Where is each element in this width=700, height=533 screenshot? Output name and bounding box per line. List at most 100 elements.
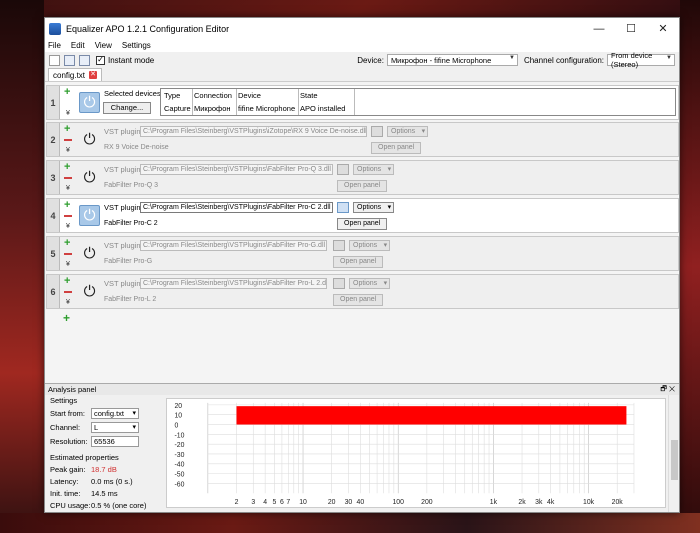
tab-label: config.txt xyxy=(53,70,86,80)
table-cell-device: fifine Microphone xyxy=(238,104,296,113)
add-filter-icon[interactable]: + xyxy=(64,124,70,135)
open-file-icon[interactable] xyxy=(64,54,75,66)
minimize-button[interactable]: — xyxy=(583,18,615,39)
analysis-panel-title: Analysis panel xyxy=(48,385,97,394)
browse-folder-icon[interactable] xyxy=(337,164,349,175)
y-tick-label: -30 xyxy=(174,452,184,459)
maximize-button[interactable]: ☐ xyxy=(615,18,647,39)
y-tick-label: -60 xyxy=(174,481,184,488)
channel-config-select[interactable]: From device (Stereo) ▼ xyxy=(607,51,675,69)
chevron-down-icon[interactable]: ¥ xyxy=(66,261,70,268)
table-divider xyxy=(354,89,355,115)
analysis-panel-header: Analysis panel 🗗 ✕ xyxy=(45,383,679,395)
device-select[interactable]: Микрофон - fifine Microphone ▼ xyxy=(386,54,518,66)
vst-plugin-label: VST plugin: xyxy=(104,241,143,250)
instant-mode-checkbox[interactable]: ✓ xyxy=(96,55,105,65)
channel-config-value: From device (Stereo) xyxy=(611,51,653,69)
resolution-spinbox[interactable]: 65536 xyxy=(91,436,139,447)
chevron-down-icon[interactable]: ¥ xyxy=(66,110,70,117)
x-tick-label: 7 xyxy=(286,499,290,506)
toolbar: ✓ Instant mode Device: Микрофон - fifine… xyxy=(45,51,679,69)
close-button[interactable]: ✕ xyxy=(647,18,679,39)
vst-plugin-label: VST plugin: xyxy=(104,165,143,174)
power-toggle-icon[interactable]: ⏻ xyxy=(79,205,100,226)
menu-view[interactable]: View xyxy=(95,41,112,50)
table-divider xyxy=(298,89,299,115)
open-panel-button[interactable]: Open panel xyxy=(337,218,388,230)
vst-path-input[interactable]: C:\Program Files\Steinberg\VSTPlugins\iZ… xyxy=(140,126,367,137)
add-filter-icon[interactable]: + xyxy=(63,311,70,325)
y-tick-label: 0 xyxy=(174,422,178,429)
window-controls: — ☐ ✕ xyxy=(583,18,679,39)
options-button[interactable]: Options xyxy=(349,278,391,289)
menu-settings[interactable]: Settings xyxy=(122,41,151,50)
power-toggle-icon[interactable]: ⏻ xyxy=(79,129,100,150)
options-button[interactable]: Options xyxy=(353,164,395,175)
latency-value: 0.0 ms (0 s.) xyxy=(91,477,133,486)
x-tick-label: 6 xyxy=(280,499,284,506)
channel-select[interactable]: L xyxy=(91,422,139,433)
chevron-down-icon[interactable]: ¥ xyxy=(66,147,70,154)
analysis-panel: Settings Start from: config.txt Channel:… xyxy=(45,395,679,512)
power-toggle-icon[interactable]: ⏻ xyxy=(79,243,100,264)
vst-path-input[interactable]: C:\Program Files\Steinberg\VSTPlugins\Fa… xyxy=(140,164,333,175)
filter-row-vst-4: 4 + ¥ ⏻ VST plugin: C:\Program Files\Ste… xyxy=(46,198,679,233)
browse-folder-icon[interactable] xyxy=(371,126,383,137)
menu-file[interactable]: File xyxy=(48,41,61,50)
x-tick-label: 20k xyxy=(612,499,624,506)
add-filter-icon[interactable]: + xyxy=(64,162,70,173)
options-button[interactable]: Options xyxy=(353,202,395,213)
power-toggle-icon[interactable]: ⏻ xyxy=(79,167,100,188)
remove-filter-icon[interactable] xyxy=(64,291,72,293)
cpu-usage-label: CPU usage: xyxy=(50,501,91,510)
cpu-usage-value: 0.5 % (one core) xyxy=(91,501,147,510)
open-panel-button[interactable]: Open panel xyxy=(371,142,422,154)
open-panel-button[interactable]: Open panel xyxy=(333,294,384,306)
start-from-select[interactable]: config.txt xyxy=(91,408,139,419)
remove-filter-icon[interactable] xyxy=(64,253,72,255)
y-tick-label: -20 xyxy=(174,442,184,449)
chevron-down-icon[interactable]: ¥ xyxy=(66,299,70,306)
chevron-down-icon[interactable]: ¥ xyxy=(66,185,70,192)
browse-folder-icon[interactable] xyxy=(333,278,345,289)
add-filter-icon[interactable]: + xyxy=(64,276,70,287)
new-file-icon[interactable] xyxy=(49,54,60,66)
power-toggle-icon[interactable]: ⏻ xyxy=(79,281,100,302)
x-tick-label: 4k xyxy=(547,499,555,506)
options-button[interactable]: Options xyxy=(387,126,429,137)
remove-filter-icon[interactable] xyxy=(64,177,72,179)
x-tick-label: 10k xyxy=(583,499,595,506)
panel-controls-icon[interactable]: 🗗 ✕ xyxy=(660,384,675,395)
vst-path-input[interactable]: C:\Program Files\Steinberg\VSTPlugins\Fa… xyxy=(140,240,327,251)
menu-edit[interactable]: Edit xyxy=(71,41,85,50)
start-from-label: Start from: xyxy=(50,409,86,418)
browse-folder-icon[interactable] xyxy=(333,240,345,251)
y-tick-label: 20 xyxy=(174,403,182,410)
vst-path-input[interactable]: C:\Program Files\Steinberg\VSTPlugins\Fa… xyxy=(140,278,327,289)
vst-path-input[interactable]: C:\Program Files\Steinberg\VSTPlugins\Fa… xyxy=(140,202,333,213)
browse-folder-icon[interactable] xyxy=(337,202,349,213)
open-panel-button[interactable]: Open panel xyxy=(337,180,388,192)
remove-filter-icon[interactable] xyxy=(64,139,72,141)
save-file-icon[interactable] xyxy=(79,54,90,66)
add-filter-icon[interactable]: + xyxy=(64,238,70,249)
tab-config[interactable]: config.txt ✕ xyxy=(48,68,103,81)
close-icon[interactable]: ✕ xyxy=(89,71,98,79)
selected-devices-label: Selected devices: xyxy=(104,89,163,98)
add-filter-icon[interactable]: + xyxy=(64,200,70,211)
filter-row-vst-2: 2 + ¥ ⏻ VST plugin: C:\Program Files\Ste… xyxy=(46,122,679,157)
change-devices-button[interactable]: Change... xyxy=(103,102,151,114)
scrollbar-thumb[interactable] xyxy=(671,440,678,480)
analysis-scrollbar[interactable] xyxy=(668,395,679,512)
filter-row-vst-3: 3 + ¥ ⏻ VST plugin: C:\Program Files\Ste… xyxy=(46,160,679,195)
row-number: 6 xyxy=(47,275,60,308)
chevron-down-icon[interactable]: ¥ xyxy=(66,223,70,230)
power-toggle-icon[interactable]: ⏻ xyxy=(79,92,100,113)
open-panel-button[interactable]: Open panel xyxy=(333,256,384,268)
options-button[interactable]: Options xyxy=(349,240,391,251)
remove-filter-icon[interactable] xyxy=(64,215,72,217)
menu-bar: File Edit View Settings xyxy=(45,39,679,52)
peak-gain-label: Peak gain: xyxy=(50,465,86,474)
window-title: Equalizer APO 1.2.1 Configuration Editor xyxy=(66,23,230,34)
add-filter-icon[interactable]: + xyxy=(64,87,70,98)
